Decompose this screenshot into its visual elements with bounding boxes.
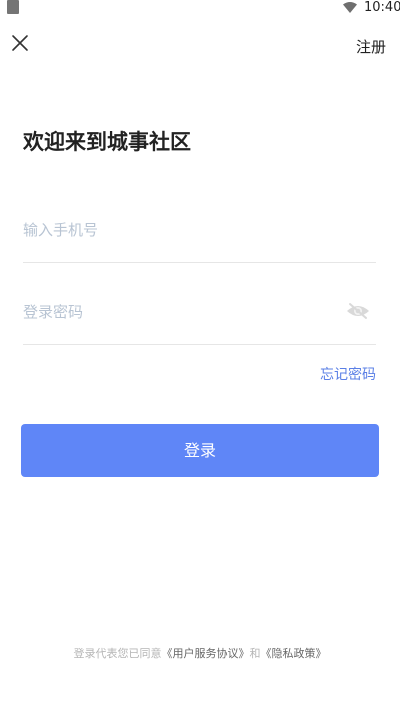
- agreement-conjunction: 和: [249, 647, 261, 660]
- phone-field-container: [23, 212, 376, 263]
- terms-of-service-link[interactable]: 《用户服务协议》: [162, 647, 250, 660]
- close-icon[interactable]: [11, 34, 29, 52]
- password-input[interactable]: [23, 295, 333, 329]
- wifi-icon: [343, 2, 357, 13]
- hidden-eye-icon[interactable]: [346, 302, 370, 320]
- agreement-text: 登录代表您已同意《用户服务协议》和《隐私政策》: [0, 646, 400, 662]
- status-time: 10:40: [364, 0, 400, 15]
- password-field-container: [23, 295, 376, 345]
- register-link[interactable]: 注册: [356, 37, 386, 57]
- privacy-policy-link[interactable]: 《隐私政策》: [261, 647, 327, 660]
- agreement-prefix: 登录代表您已同意: [73, 647, 162, 660]
- status-bar: 10:40: [0, 0, 400, 18]
- login-page: 10:40 注册 欢迎来到城事社区 忘记密码 登录 登录代表您已同意《用户服务协…: [0, 0, 400, 710]
- login-button[interactable]: 登录: [21, 424, 379, 477]
- notification-icon: [7, 0, 19, 14]
- forgot-password-link[interactable]: 忘记密码: [320, 365, 376, 385]
- phone-input[interactable]: [23, 212, 376, 248]
- page-title: 欢迎来到城事社区: [23, 130, 191, 154]
